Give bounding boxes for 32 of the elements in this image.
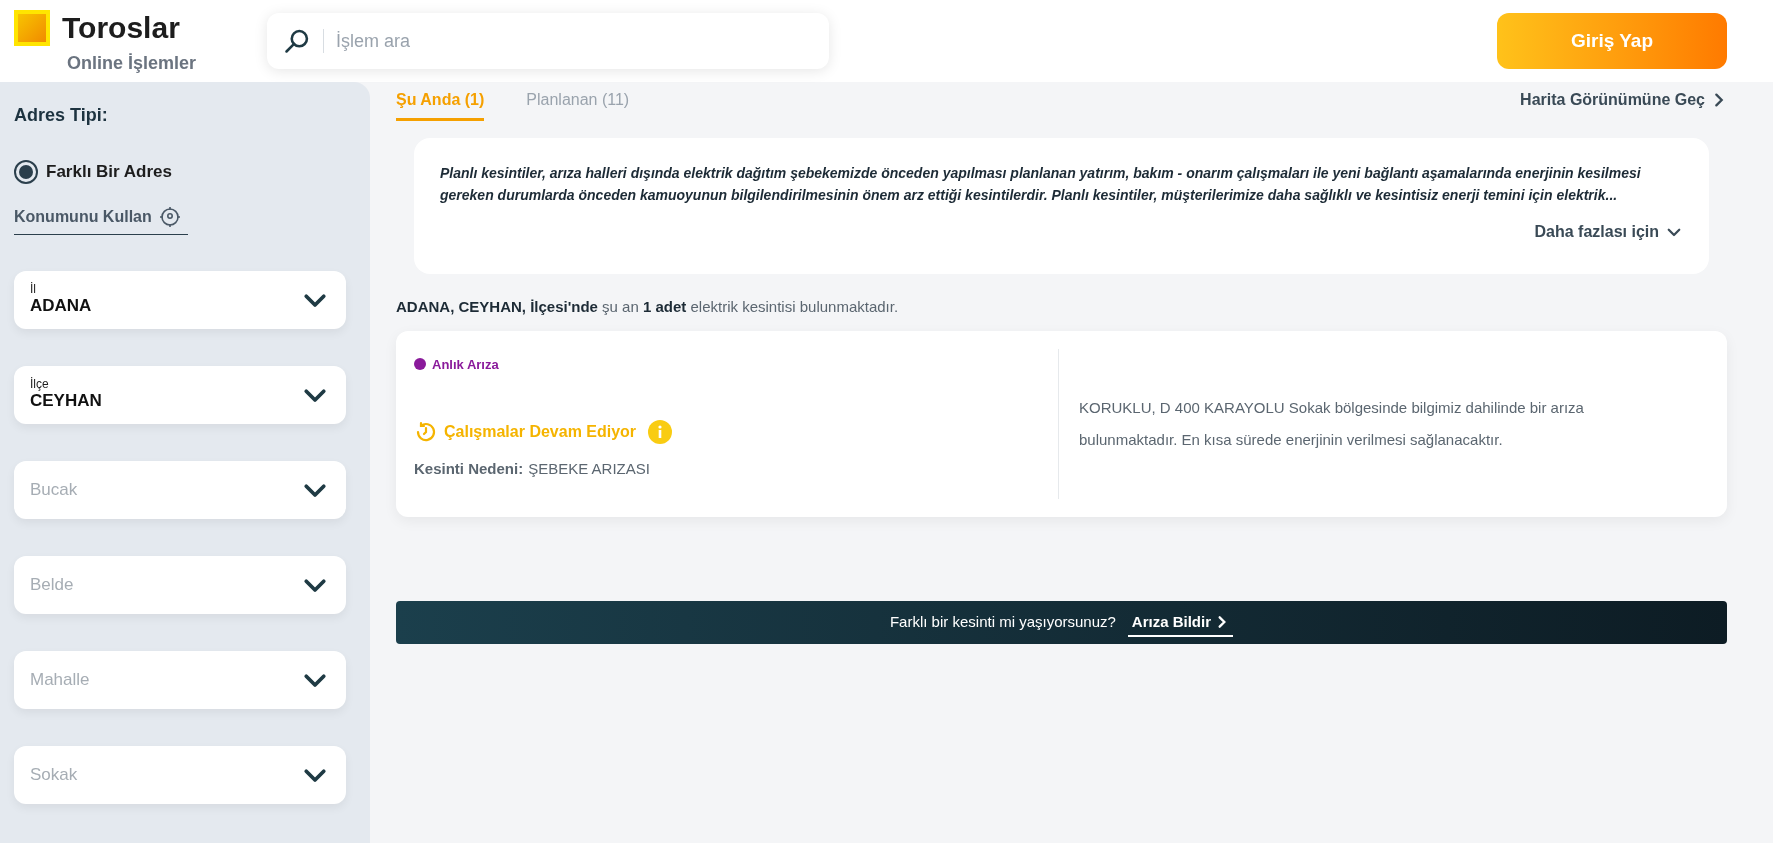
search-icon bbox=[283, 27, 311, 55]
field-placeholder: Mahalle bbox=[30, 668, 91, 691]
field-placeholder: Belde bbox=[30, 573, 75, 596]
location-target-icon bbox=[157, 204, 182, 229]
field-value: ADANA bbox=[30, 294, 93, 317]
outage-description: KORUKLU, D 400 KARAYOLU Sokak bölgesinde bilgimiz dahilinde bir arıza bulunmaktadır. En kısa sürede enerjinin verilmesi sağlanacaktır. bbox=[1079, 397, 1585, 450]
field-label: İl bbox=[30, 282, 37, 295]
report-fault-link[interactable]: Arıza Bildir bbox=[1127, 610, 1234, 638]
search-input[interactable]: İşlem ara bbox=[336, 27, 813, 55]
field-placeholder: Sokak bbox=[30, 763, 79, 786]
logo-subtitle: Online İşlemler bbox=[67, 52, 198, 75]
address-type-radio[interactable]: Farklı Bir Adres bbox=[14, 159, 172, 185]
info-icon[interactable] bbox=[648, 420, 673, 444]
reason-label: Kesinti Nedeni: bbox=[414, 459, 524, 479]
work-status: Çalışmalar Devam Ediyor bbox=[444, 422, 637, 442]
use-location-link[interactable]: Konumunu Kullan bbox=[14, 204, 188, 235]
reason-value: ŞEBEKE ARIZASI bbox=[528, 459, 650, 479]
logo-icon bbox=[14, 9, 50, 46]
field-label: İlçe bbox=[30, 377, 50, 390]
dropdown-field[interactable]: İlçe CEYHAN bbox=[14, 365, 346, 424]
field-placeholder: Bucak bbox=[30, 478, 79, 501]
report-question: Farklı bir kesinti mi yaşıyorsunuz? bbox=[889, 611, 1116, 632]
info-text: Planlı kesintiler, arıza halleri dışında elektrik dağıtım şebekemizde önceden yapılması planlanan yatırım, bakım - onarım çalışmaları ile yeni bağlantı aşamalarında enerjinin kesilmesi gereken durumlarda önceden kamuoyunun bilgilendirilmesinin önem arz ettiği kesintilerdir. Planlı kesintiler, müşterilerimize daha sağlıklı ve kesintisiz enerji temini için elektrik... bbox=[440, 164, 1642, 205]
outage-summary: ADANA, CEYHAN, İlçesi'nde şu an 1 adet elektrik kesintisi bulunmaktadır. bbox=[396, 297, 900, 317]
map-view-link[interactable]: Harita Görünümüne Geç bbox=[1520, 88, 1727, 112]
outage-type: Anlık Arıza bbox=[432, 355, 499, 374]
logo-title: Toroslar bbox=[62, 10, 180, 46]
field-value: CEYHAN bbox=[30, 390, 103, 412]
clock-icon bbox=[414, 420, 438, 444]
dropdown-field[interactable]: İl ADANA bbox=[14, 270, 346, 329]
read-more-link[interactable]: Daha fazlası için bbox=[1534, 220, 1683, 244]
address-type-title: Adres Tipi: bbox=[14, 104, 109, 127]
